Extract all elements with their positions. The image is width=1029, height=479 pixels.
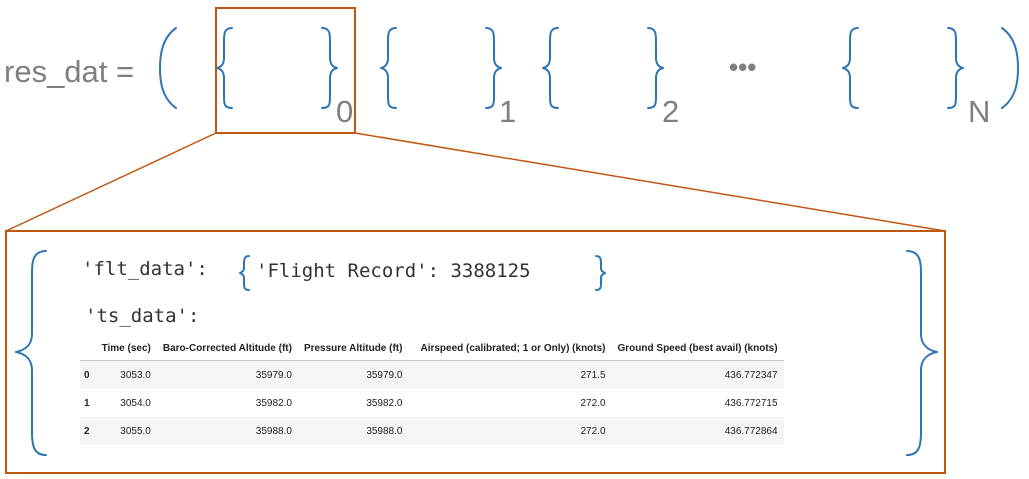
dict-2-open-brace <box>542 27 559 109</box>
cell-baro-altitude: 35982.0 <box>156 389 298 417</box>
cell-baro-altitude: 35988.0 <box>156 417 298 445</box>
row-index: 0 <box>80 360 96 389</box>
zoom-line-left <box>5 132 217 232</box>
cell-time: 3054.0 <box>95 389 157 417</box>
flight-record-entry: 'Flight Record': 3388125 <box>256 260 531 282</box>
table-row: 0 3053.0 35979.0 35979.0 271.5 436.77234… <box>80 360 784 389</box>
header-ground-speed: Ground Speed (best avail) (knots) <box>611 336 784 361</box>
cell-ground-speed: 436.772715 <box>611 389 784 417</box>
subscript-2: 2 <box>662 94 679 129</box>
ellipsis: ••• <box>729 52 756 82</box>
ts-data-key: 'ts_data': <box>85 305 200 327</box>
cell-time: 3055.0 <box>95 417 157 445</box>
table-row: 2 3055.0 35988.0 35988.0 272.0 436.77286… <box>80 417 784 445</box>
cell-baro-altitude: 35979.0 <box>156 360 298 389</box>
outer-close-paren <box>1001 27 1019 109</box>
cell-ground-speed: 436.772864 <box>611 417 784 445</box>
row-index: 2 <box>80 417 96 445</box>
dict-n-close-brace <box>947 27 964 109</box>
outer-open-paren <box>159 27 177 109</box>
cell-time: 3053.0 <box>95 360 157 389</box>
dict-n-open-brace <box>842 27 859 109</box>
zoom-line-right <box>354 132 946 232</box>
cell-airspeed: 271.5 <box>408 360 612 389</box>
subscript-n: N <box>968 94 990 129</box>
table-row: 1 3054.0 35982.0 35982.0 272.0 436.77271… <box>80 389 784 417</box>
flt-data-key: 'flt_data': <box>82 258 208 280</box>
header-time: Time (sec) <box>95 336 157 361</box>
cell-airspeed: 272.0 <box>408 389 612 417</box>
dict-0-close-brace <box>321 27 338 109</box>
cell-pressure-altitude: 35982.0 <box>297 389 409 417</box>
ts-data-table: Time (sec) Baro-Corrected Altitude (ft) … <box>80 336 784 445</box>
dict-1-open-brace <box>380 27 397 109</box>
dict-2-close-brace <box>647 27 664 109</box>
cell-airspeed: 272.0 <box>408 417 612 445</box>
cell-pressure-altitude: 35988.0 <box>297 417 409 445</box>
header-pressure-altitude: Pressure Altitude (ft) <box>297 336 409 361</box>
highlight-box <box>215 7 356 134</box>
table-header-row: Time (sec) Baro-Corrected Altitude (ft) … <box>80 336 784 361</box>
header-airspeed: Airspeed (calibrated; 1 or Only) (knots) <box>408 336 612 361</box>
res-dat-label: res_dat = <box>4 54 134 89</box>
subscript-1: 1 <box>499 94 516 129</box>
header-baro-altitude: Baro-Corrected Altitude (ft) <box>156 336 298 361</box>
row-index: 1 <box>80 389 96 417</box>
subscript-0: 0 <box>336 94 353 129</box>
header-index <box>80 336 96 361</box>
cell-pressure-altitude: 35979.0 <box>297 360 409 389</box>
dict-0-open-brace <box>216 27 233 109</box>
cell-ground-speed: 436.772347 <box>611 360 784 389</box>
